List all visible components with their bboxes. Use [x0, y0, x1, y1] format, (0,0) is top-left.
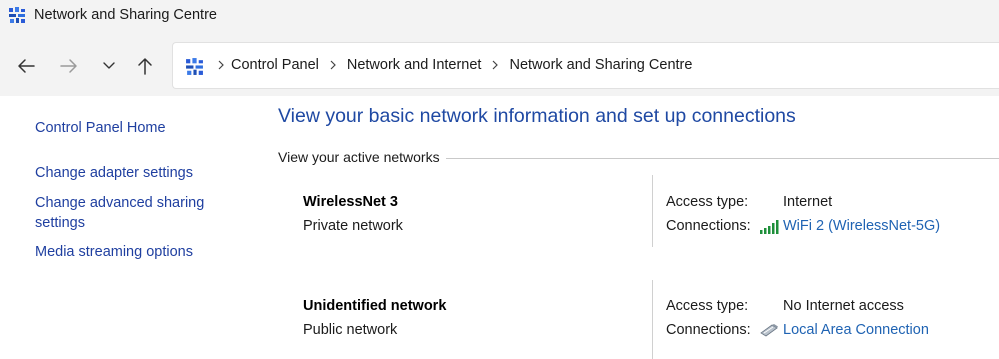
chevron-right-icon[interactable] — [481, 60, 509, 70]
chevron-right-icon[interactable] — [211, 60, 231, 70]
recent-locations-button[interactable] — [98, 55, 120, 77]
access-type-label: Access type: — [666, 194, 749, 210]
window-title: Network and Sharing Centre — [34, 7, 217, 23]
arrow-left-icon — [18, 59, 35, 73]
wifi-signal-icon — [760, 220, 779, 234]
connections-label: Connections: — [666, 322, 751, 338]
access-type-value: Internet — [783, 194, 833, 210]
sidebar-item-change-advanced-sharing-settings[interactable]: Change advanced sharing settings — [35, 193, 204, 233]
sidebar-item-media-streaming-options[interactable]: Media streaming options — [35, 242, 193, 262]
arrow-right-icon — [60, 59, 77, 73]
network-name: WirelessNet 3 — [303, 194, 398, 210]
network-divider — [652, 280, 653, 359]
breadcrumb-control-panel[interactable]: Control Panel — [231, 57, 319, 73]
network-name: Unidentified network — [303, 298, 447, 314]
breadcrumb-network-and-sharing-centre[interactable]: Network and Sharing Centre — [509, 57, 692, 73]
ethernet-cable-icon — [760, 324, 778, 337]
connection-link-ethernet[interactable]: Local Area Connection — [783, 322, 929, 338]
up-button[interactable] — [134, 55, 156, 77]
address-bar[interactable]: Control Panel Network and Internet Netwo… — [172, 42, 999, 89]
chevron-right-icon[interactable] — [319, 60, 347, 70]
breadcrumb: Control Panel Network and Internet Netwo… — [211, 57, 692, 73]
control-panel-icon — [9, 7, 25, 23]
section-label-active-networks: View your active networks — [278, 149, 446, 165]
page-title: View your basic network information and … — [278, 105, 796, 127]
breadcrumb-network-and-internet[interactable]: Network and Internet — [347, 57, 482, 73]
connections-label: Connections: — [666, 218, 751, 234]
title-bar: Network and Sharing Centre — [0, 0, 999, 33]
sidebar-item-change-adapter-settings[interactable]: Change adapter settings — [35, 163, 193, 183]
arrow-up-icon — [138, 58, 152, 75]
sidebar-item-control-panel-home[interactable]: Control Panel Home — [35, 118, 166, 138]
network-divider — [652, 175, 653, 247]
access-type-label: Access type: — [666, 298, 749, 314]
chevron-down-icon — [103, 62, 115, 69]
back-button[interactable] — [15, 55, 37, 77]
network-category-link: Public network — [303, 322, 398, 338]
control-panel-icon — [186, 58, 203, 75]
network-category-link: Private network — [303, 218, 403, 234]
sidebar-item-label-line1: Change advanced sharing — [35, 195, 205, 211]
access-type-value: No Internet access — [783, 298, 904, 314]
sidebar: Control Panel Home Change adapter settin… — [0, 96, 240, 359]
connection-link-wifi[interactable]: WiFi 2 (WirelessNet-5G) — [783, 218, 940, 234]
sidebar-item-label-line2: settings — [35, 215, 85, 231]
forward-button[interactable] — [58, 55, 80, 77]
navigation-bar: Control Panel Network and Internet Netwo… — [0, 33, 999, 96]
